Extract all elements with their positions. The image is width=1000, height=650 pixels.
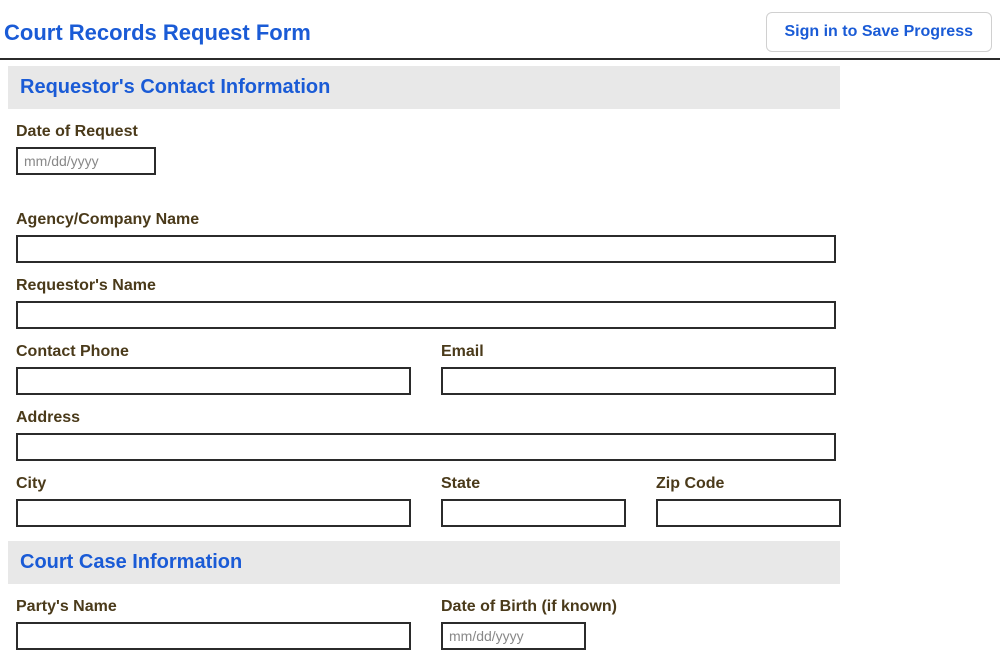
label-dob: Date of Birth (if known)	[441, 598, 836, 616]
label-address: Address	[16, 409, 836, 427]
label-party-name: Party's Name	[16, 598, 411, 616]
party-name-input[interactable]	[16, 622, 411, 650]
agency-company-input[interactable]	[16, 235, 836, 263]
dob-input[interactable]	[441, 622, 586, 650]
page-title: Court Records Request Form	[4, 12, 311, 46]
city-input[interactable]	[16, 499, 411, 527]
date-of-request-input[interactable]	[16, 147, 156, 175]
label-city: City	[16, 475, 411, 493]
contact-phone-input[interactable]	[16, 367, 411, 395]
label-agency-company: Agency/Company Name	[16, 211, 836, 229]
requestor-name-input[interactable]	[16, 301, 836, 329]
address-input[interactable]	[16, 433, 836, 461]
label-contact-phone: Contact Phone	[16, 343, 411, 361]
label-zip: Zip Code	[656, 475, 841, 493]
label-state: State	[441, 475, 626, 493]
header-divider	[0, 58, 1000, 60]
state-input[interactable]	[441, 499, 626, 527]
section-header-court-case: Court Case Information	[8, 541, 840, 584]
label-date-of-request: Date of Request	[16, 123, 836, 141]
label-email: Email	[441, 343, 836, 361]
signin-button[interactable]: Sign in to Save Progress	[766, 12, 993, 52]
zip-input[interactable]	[656, 499, 841, 527]
section-header-requestor: Requestor's Contact Information	[8, 66, 840, 109]
email-input[interactable]	[441, 367, 836, 395]
label-requestor-name: Requestor's Name	[16, 277, 836, 295]
